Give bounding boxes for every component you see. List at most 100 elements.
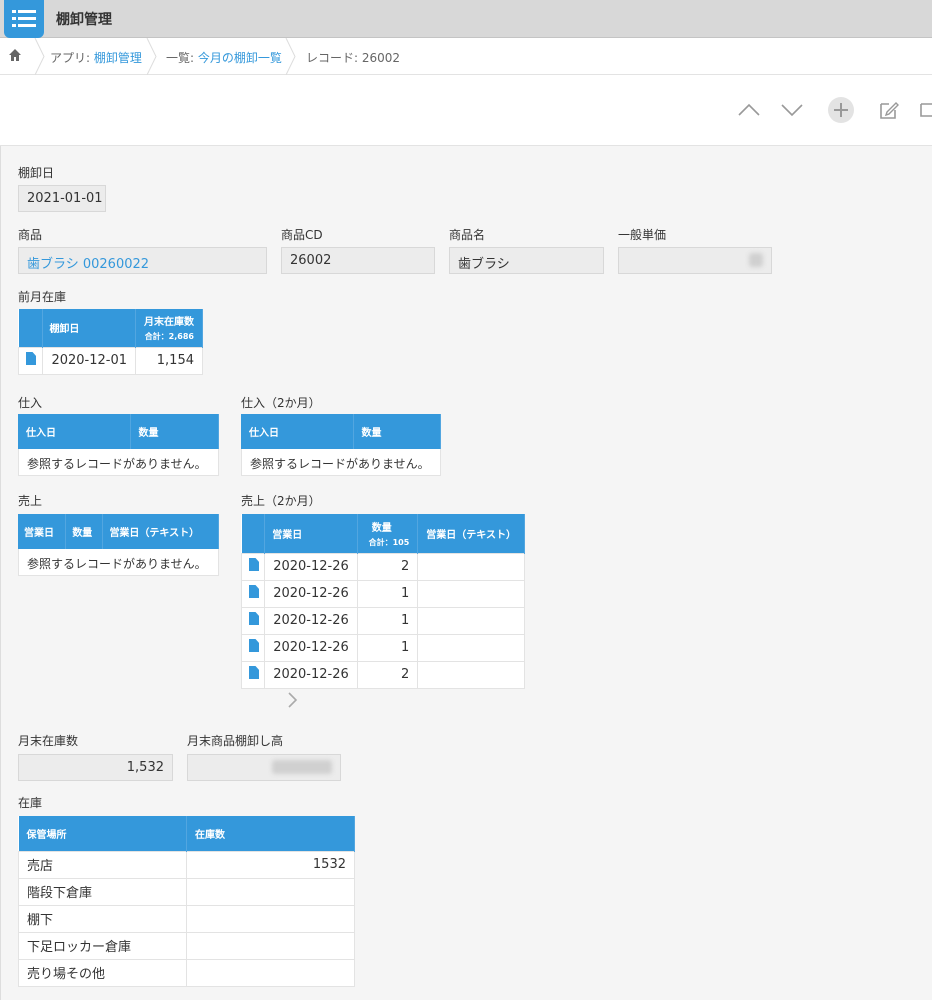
table-cell: 2: [356, 552, 419, 581]
breadcrumb-list[interactable]: 一覧: 今月の棚卸一覧: [166, 49, 282, 66]
inventory-date-field: 2021-01-01: [18, 185, 106, 212]
record-toolbar: [0, 75, 932, 146]
column-header-month-end-stock: 月末在庫数 合計：2,686: [135, 309, 203, 347]
redacted-value: [272, 760, 332, 774]
table-row: 2020-12-26 1: [240, 579, 525, 608]
home-icon[interactable]: [8, 48, 24, 64]
product-name-field: 歯ブラシ: [449, 247, 604, 274]
table-cell: 2: [356, 660, 419, 689]
column-header-quantity: 数量 合計：105: [357, 514, 419, 553]
field-label-month-end-value: 月末商品棚卸し高: [187, 734, 284, 748]
column-header-quantity: 数量: [65, 514, 104, 549]
table-cell: [417, 579, 525, 608]
column-header-business-date-text: 営業日（テキスト）: [102, 514, 219, 549]
next-record-icon[interactable]: [777, 95, 807, 125]
record-detail: 棚卸日 2021-01-01 商品 歯ブラシ 00260022 商品CD 260…: [0, 146, 932, 1000]
column-header-inventory-date: 棚卸日: [42, 309, 136, 347]
unit-price-field: [618, 247, 772, 274]
table-cell: 売り場その他: [18, 958, 187, 987]
table-cell: 2020-12-01: [42, 346, 136, 375]
breadcrumb-separator-icon: [285, 38, 296, 75]
column-total: 合計：105: [368, 537, 410, 547]
purchase-table: 仕入日 数量: [18, 414, 219, 449]
sales-2m-table: 営業日 数量 合計：105 営業日（テキスト） 2020-12-26 2 202…: [240, 514, 525, 689]
table-cell: 2020-12-26: [264, 633, 358, 662]
table-cell: [186, 931, 355, 960]
table-cell: 1: [356, 606, 419, 635]
record-detail-icon[interactable]: [240, 552, 266, 581]
table-cell: [417, 552, 525, 581]
table-cell: [417, 606, 525, 635]
field-label-month-end-stock: 月末在庫数: [18, 734, 79, 748]
purchase-2m-table: 仕入日 数量: [241, 414, 441, 449]
app-header: 棚卸管理: [0, 0, 932, 38]
table-cell: 階段下倉庫: [18, 877, 187, 906]
stock-table: 保管場所 在庫数 売店 1532 階段下倉庫 棚下 下足ロッカー倉庫 売り場その…: [18, 816, 355, 987]
column-header-quantity: 数量: [353, 414, 441, 449]
table-row: 2020-12-01 1,154: [17, 346, 203, 375]
column-header-purchase-date: 仕入日: [241, 414, 354, 449]
field-label-product-cd: 商品CD: [281, 228, 323, 242]
app-menu-icon[interactable]: [4, 0, 44, 38]
add-icon[interactable]: [826, 95, 856, 125]
field-label-product-name: 商品名: [449, 228, 486, 242]
breadcrumb-app[interactable]: アプリ: 棚卸管理: [50, 49, 142, 66]
subtable-label-purchase-2m: 仕入（2か月）: [241, 396, 321, 410]
subtable-label-sales-2m: 売上（2か月）: [241, 494, 321, 508]
field-label-unit-price: 一般単価: [618, 228, 667, 242]
table-cell: [186, 904, 355, 933]
edit-icon[interactable]: [874, 95, 904, 125]
table-cell: 棚下: [18, 904, 187, 933]
table-row: 2020-12-26 2: [240, 660, 525, 689]
column-header-business-date: 営業日: [264, 514, 358, 553]
field-label-product: 商品: [18, 228, 43, 242]
prev-stock-table: 棚卸日 月末在庫数 合計：2,686 2020-12-01 1,154: [17, 309, 203, 375]
table-cell: 下足ロッカー倉庫: [18, 931, 187, 960]
more-icon[interactable]: [918, 95, 932, 125]
sales-table: 営業日 数量 営業日（テキスト）: [18, 514, 219, 549]
prev-record-icon[interactable]: [734, 95, 764, 125]
product-cd-field: 26002: [281, 247, 435, 274]
table-row: 階段下倉庫: [18, 877, 355, 906]
next-page-chevron-icon[interactable]: [286, 691, 302, 711]
table-cell: 1: [356, 579, 419, 608]
table-row: 2020-12-26 2: [240, 552, 525, 581]
table-row: 棚下: [18, 904, 355, 933]
record-detail-icon[interactable]: [240, 579, 266, 608]
subtable-label-purchase: 仕入: [18, 396, 43, 410]
column-header-business-date-text: 営業日（テキスト）: [417, 514, 525, 553]
record-detail-icon[interactable]: [240, 633, 266, 662]
field-label-inventory-date: 棚卸日: [18, 166, 55, 180]
column-header-stock-count: 在庫数: [186, 816, 355, 851]
record-detail-icon[interactable]: [17, 346, 44, 375]
breadcrumb-separator-icon: [34, 38, 45, 75]
table-row: 2020-12-26 1: [240, 633, 525, 662]
empty-message: 参照するレコードがありません。: [18, 449, 219, 476]
table-cell: 売店: [18, 850, 187, 879]
app-title: 棚卸管理: [56, 12, 112, 28]
table-cell: [417, 633, 525, 662]
table-cell: 2020-12-26: [264, 552, 358, 581]
table-cell: 2020-12-26: [264, 606, 358, 635]
subtable-label-stock: 在庫: [18, 796, 43, 810]
table-row: 売り場その他: [18, 958, 355, 987]
column-header-location: 保管場所: [18, 816, 187, 851]
redacted-value: [749, 253, 763, 267]
breadcrumb-separator-icon: [146, 38, 157, 75]
table-cell: [417, 660, 525, 689]
product-link[interactable]: 歯ブラシ 00260022: [18, 247, 267, 274]
table-cell: [186, 958, 355, 987]
column-total: 合計：2,686: [144, 332, 194, 342]
record-detail-icon[interactable]: [240, 606, 266, 635]
table-cell: 1: [356, 633, 419, 662]
table-row: 2020-12-26 1: [240, 606, 525, 635]
subtable-label-sales: 売上: [18, 494, 43, 508]
month-end-stock-field: 1,532: [18, 754, 173, 781]
table-cell: 1532: [186, 850, 355, 879]
subtable-label-prev-stock: 前月在庫: [18, 290, 67, 304]
record-detail-icon[interactable]: [240, 660, 266, 689]
column-header-purchase-date: 仕入日: [18, 414, 131, 449]
column-header-business-date: 営業日: [18, 514, 67, 549]
table-cell: [186, 877, 355, 906]
breadcrumb: アプリ: 棚卸管理 一覧: 今月の棚卸一覧 レコード: 26002: [0, 38, 932, 75]
